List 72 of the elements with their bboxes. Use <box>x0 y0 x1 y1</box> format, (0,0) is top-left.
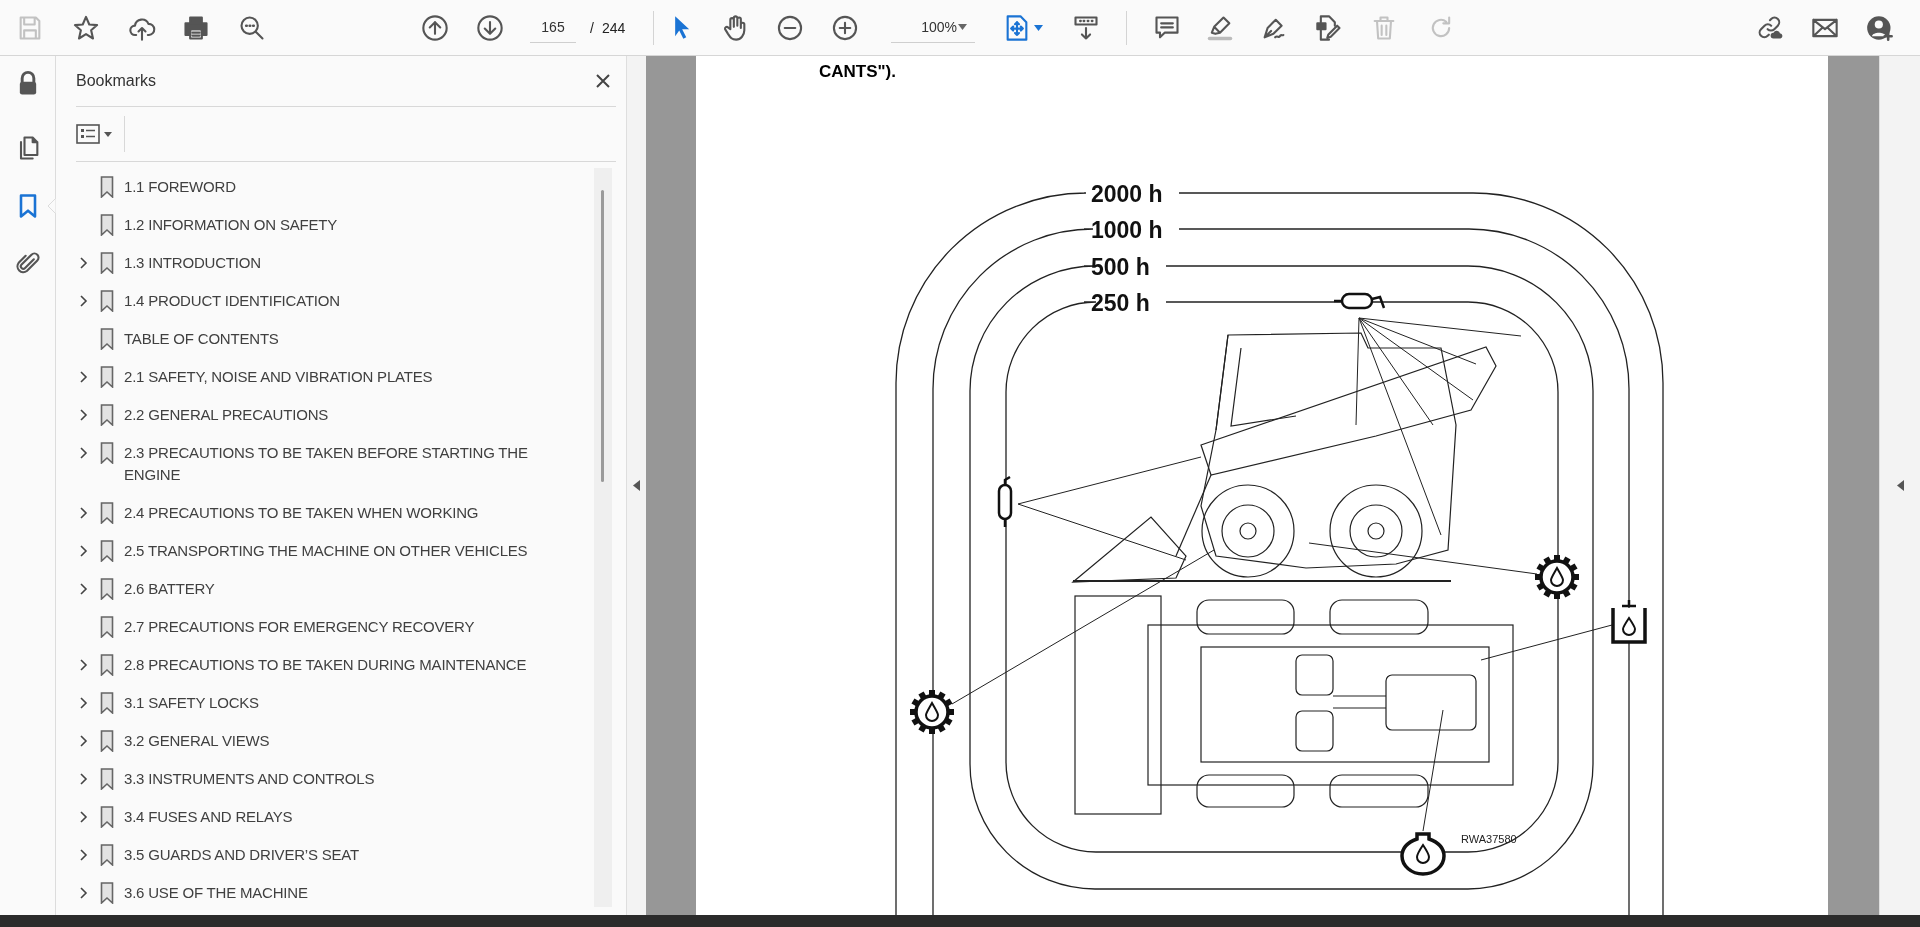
interval-label: 1000 h <box>1091 217 1163 243</box>
bookmark-icon <box>100 176 114 198</box>
bookmark-item[interactable]: 2.6 BATTERY <box>124 578 564 600</box>
oil-drop-icon <box>1400 832 1446 876</box>
bookmark-item[interactable]: 3.5 GUARDS AND DRIVER’S SEAT <box>124 844 564 866</box>
bookmark-icon <box>100 844 114 866</box>
bookmark-item[interactable]: 2.5 TRANSPORTING THE MACHINE ON OTHER VEHICLES <box>124 540 564 562</box>
bookmark-icon <box>100 404 114 426</box>
bookmark-icon <box>100 540 114 562</box>
panel-title: Bookmarks <box>76 72 157 90</box>
bookmark-item[interactable]: 1.1 FOREWORD <box>124 176 564 198</box>
bookmark-icon <box>100 768 114 790</box>
star-icon <box>72 13 100 42</box>
bookmark-item[interactable]: 2.4 PRECAUTIONS TO BE TAKEN WHEN WORKING <box>124 502 564 524</box>
caret-icon <box>104 131 112 137</box>
bookmark-icon <box>100 290 114 312</box>
bookmark-item[interactable]: 1.4 PRODUCT IDENTIFICATION <box>124 290 564 312</box>
bookmark-icon <box>100 692 114 714</box>
bookmark-item[interactable]: 3.4 FUSES AND RELAYS <box>124 806 564 828</box>
figure-code: RWA37580 <box>1461 833 1517 845</box>
bookmark-item[interactable]: 2.7 PRECAUTIONS FOR EMERGENCY RECOVERY <box>124 616 564 638</box>
bookmark-item[interactable]: 3.2 GENERAL VIEWS <box>124 730 564 752</box>
bookmark-item[interactable]: 3.3 INSTRUMENTS AND CONTROLS <box>124 768 564 790</box>
bookmark-icon <box>100 366 114 388</box>
bookmark-icon <box>100 214 114 236</box>
scroll-icon <box>1072 13 1101 42</box>
page-number-field[interactable]: 165 <box>530 12 576 43</box>
bookmark-item[interactable]: 1.3 INTRODUCTION <box>124 252 564 274</box>
bookmark-icon <box>100 806 114 828</box>
expand-arrow-icon[interactable] <box>1896 480 1904 491</box>
bookmark-icon <box>100 442 114 464</box>
bookmark-icon <box>100 328 114 350</box>
bookmark-item[interactable]: 2.2 GENERAL PRECAUTIONS <box>124 404 564 426</box>
bookmark-icon <box>100 578 114 600</box>
page-separator: / <box>590 19 594 36</box>
bookmark-item[interactable]: 2.8 PRECAUTIONS TO BE TAKEN DURING MAINTENANCE <box>124 654 564 676</box>
list-icon <box>76 123 100 145</box>
bookmark-icon <box>100 616 114 638</box>
grease-gun-icon <box>997 475 1013 527</box>
bookmark-item[interactable]: 1.2 INFORMATION ON SAFETY <box>124 214 564 236</box>
bookmark-icon <box>100 654 114 676</box>
search-icon <box>238 13 266 42</box>
zoom-out-icon <box>776 13 805 42</box>
bookmark-icon <box>100 502 114 524</box>
bookmark-item[interactable]: TABLE OF CONTENTS <box>124 328 564 350</box>
bookmark-item[interactable]: 2.1 SAFETY, NOISE AND VIBRATION PLATES <box>124 366 564 388</box>
close-icon <box>595 73 611 89</box>
gear-drop-icon <box>1535 555 1579 599</box>
interval-label: 2000 h <box>1091 181 1163 207</box>
bookmark-item[interactable]: 3.1 SAFETY LOCKS <box>124 692 564 714</box>
user-add-icon <box>1866 13 1895 42</box>
zoom-in-icon <box>831 13 860 42</box>
printer-icon <box>182 13 210 42</box>
bookmark-item[interactable]: 2.3 PRECAUTIONS TO BE TAKEN BEFORE STARTING THE ENGINE <box>124 442 564 486</box>
caret-icon <box>1034 24 1044 31</box>
body-text: CANTS"). <box>819 62 897 83</box>
interval-label: 250 h <box>1091 290 1150 316</box>
scrollbar[interactable] <box>594 168 612 907</box>
bookmark-item[interactable]: 3.6 USE OF THE MACHINE <box>124 882 564 904</box>
bookmark-icon <box>100 882 114 904</box>
gear-drop-icon <box>910 690 954 734</box>
bookmark-icon <box>100 730 114 752</box>
oil-tank-icon <box>1611 598 1647 644</box>
interval-label: 500 h <box>1091 254 1150 280</box>
canister-icon <box>1334 292 1386 310</box>
caret-icon <box>958 24 968 30</box>
zoom-field[interactable]: 100% <box>891 12 976 43</box>
collapse-arrow-icon[interactable] <box>633 480 640 491</box>
bookmark-icon <box>100 252 114 274</box>
page-count: 244 <box>601 19 626 36</box>
highlighter-icon <box>1206 13 1235 42</box>
scrollbar-thumb[interactable] <box>601 190 604 482</box>
